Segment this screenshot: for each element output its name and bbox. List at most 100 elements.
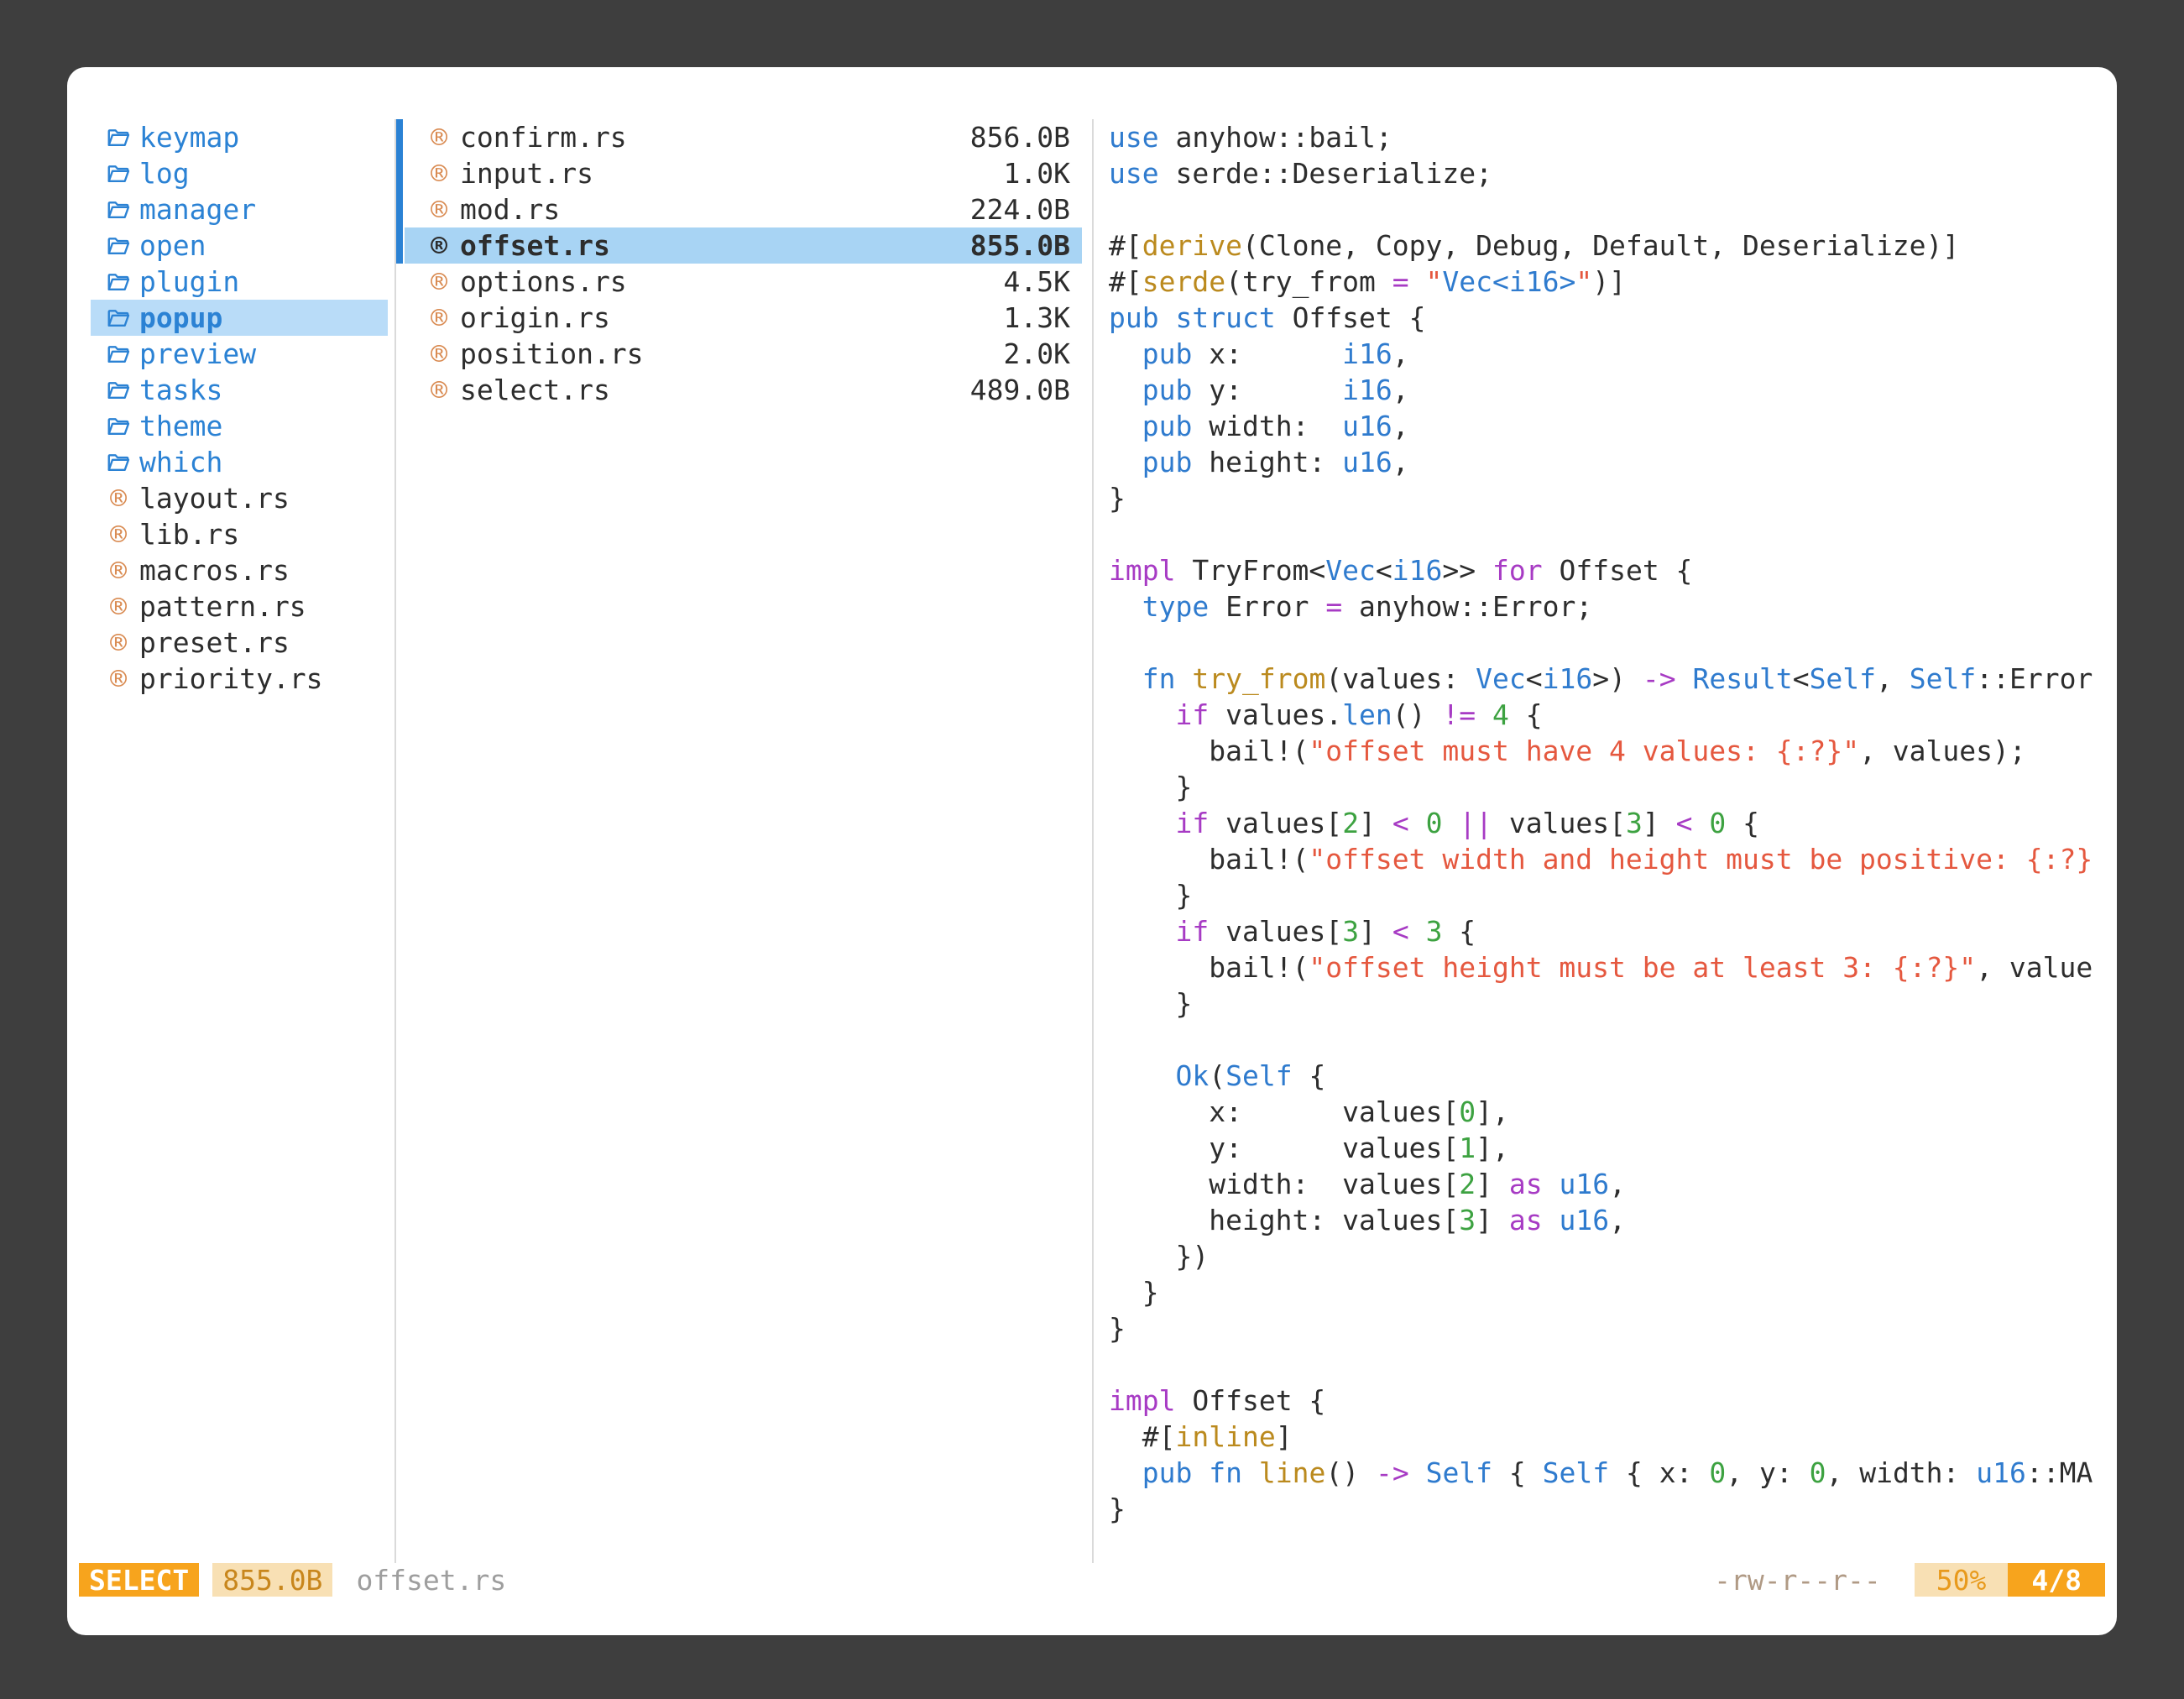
code-line: if values[2] < 0 || values[3] < 0 { — [1109, 805, 2117, 841]
code-line: fn try_from(values: Vec<i16>) -> Result<… — [1109, 661, 2117, 697]
file-row-input.rs[interactable]: ®input.rs1.0K — [405, 155, 1082, 191]
current-pane: ®confirm.rs856.0B®input.rs1.0K®mod.rs224… — [394, 119, 1094, 1563]
cursor-position-badge: 4/8 — [2008, 1563, 2105, 1597]
code-line: }) — [1109, 1238, 2117, 1274]
parent-pane: keymap log manager open plugin popup pre… — [67, 119, 394, 1563]
yazi-file-manager-window: keymap log manager open plugin popup pre… — [67, 67, 2117, 1635]
entry-name: preview — [139, 337, 256, 370]
code-line: pub y: i16, — [1109, 372, 2117, 408]
rust-file-icon: ® — [426, 337, 452, 370]
rust-file-icon: ® — [106, 482, 131, 515]
sidebar-item-popup[interactable]: popup — [91, 300, 388, 336]
code-line: } — [1109, 1310, 2117, 1346]
code-line: if values.len() != 4 { — [1109, 697, 2117, 733]
folder-open-icon — [106, 161, 131, 186]
code-line: bail!("offset height must be at least 3:… — [1109, 949, 2117, 985]
sidebar-item-preview[interactable]: preview — [91, 336, 388, 372]
sidebar-item-theme[interactable]: theme — [91, 408, 388, 444]
file-name: mod.rs — [460, 193, 962, 226]
folder-open-icon — [106, 197, 131, 222]
file-row-mod.rs[interactable]: ®mod.rs224.0B — [405, 191, 1082, 227]
code-line — [1109, 516, 2117, 552]
code-line: pub struct Offset { — [1109, 300, 2117, 336]
file-name: select.rs — [460, 374, 962, 406]
sidebar-item-tasks[interactable]: tasks — [91, 372, 388, 408]
folder-open-icon — [106, 378, 131, 403]
code-preview: use anyhow::bail;use serde::Deserialize;… — [1109, 119, 2117, 1527]
code-line — [1109, 1346, 2117, 1383]
status-bar: SELECT 855.0B offset.rs -rw-r--r-- 50% 4… — [79, 1563, 2105, 1597]
code-line: Ok(Self { — [1109, 1058, 2117, 1094]
sidebar-item-macros.rs[interactable]: ®macros.rs — [91, 552, 388, 588]
rust-file-icon: ® — [106, 662, 131, 695]
sidebar-item-which[interactable]: which — [91, 444, 388, 480]
code-line: } — [1109, 480, 2117, 516]
sidebar-item-plugin[interactable]: plugin — [91, 264, 388, 300]
file-row-origin.rs[interactable]: ®origin.rs1.3K — [405, 300, 1082, 336]
entry-name: log — [139, 157, 190, 190]
code-line: pub width: u16, — [1109, 408, 2117, 444]
folder-open-icon — [106, 125, 131, 150]
file-name: confirm.rs — [460, 121, 962, 154]
code-line: } — [1109, 877, 2117, 913]
entry-name: lib.rs — [139, 518, 239, 551]
file-row-offset.rs[interactable]: ®offset.rs855.0B — [405, 227, 1082, 264]
scroll-percent-badge: 50% — [1915, 1563, 2009, 1597]
code-line: if values[3] < 3 { — [1109, 913, 2117, 949]
file-size: 489.0B — [970, 374, 1070, 406]
code-line: x: values[0], — [1109, 1094, 2117, 1130]
code-line: type Error = anyhow::Error; — [1109, 588, 2117, 625]
entry-name: open — [139, 229, 206, 262]
file-row-position.rs[interactable]: ®position.rs2.0K — [405, 336, 1082, 372]
code-line: use anyhow::bail; — [1109, 119, 2117, 155]
sidebar-item-preset.rs[interactable]: ®preset.rs — [91, 625, 388, 661]
file-row-options.rs[interactable]: ®options.rs4.5K — [405, 264, 1082, 300]
entry-name: priority.rs — [139, 662, 323, 695]
status-left: SELECT 855.0B offset.rs — [79, 1563, 506, 1597]
entry-name: manager — [139, 193, 256, 226]
code-line: pub fn line() -> Self { Self { x: 0, y: … — [1109, 1455, 2117, 1491]
file-row-confirm.rs[interactable]: ®confirm.rs856.0B — [405, 119, 1082, 155]
sidebar-item-priority.rs[interactable]: ®priority.rs — [91, 661, 388, 697]
code-line: use serde::Deserialize; — [1109, 155, 2117, 191]
code-line: } — [1109, 985, 2117, 1022]
file-size: 4.5K — [1004, 265, 1070, 298]
panes-area: keymap log manager open plugin popup pre… — [67, 67, 2117, 1563]
entry-name: which — [139, 446, 222, 478]
entry-name: keymap — [139, 121, 239, 154]
code-line: bail!("offset width and height must be p… — [1109, 841, 2117, 877]
code-line — [1109, 191, 2117, 227]
code-line: #[serde(try_from = "Vec<i16>")] — [1109, 264, 2117, 300]
code-line: bail!("offset must have 4 values: {:?}",… — [1109, 733, 2117, 769]
sidebar-item-open[interactable]: open — [91, 227, 388, 264]
file-name: offset.rs — [460, 229, 962, 262]
file-size: 1.0K — [1004, 157, 1070, 190]
folder-open-icon — [106, 233, 131, 259]
sidebar-item-pattern.rs[interactable]: ®pattern.rs — [91, 588, 388, 625]
code-line: pub height: u16, — [1109, 444, 2117, 480]
folder-open-icon — [106, 269, 131, 295]
rust-file-icon: ® — [426, 157, 452, 190]
entry-name: tasks — [139, 374, 222, 406]
sidebar-item-layout.rs[interactable]: ®layout.rs — [91, 480, 388, 516]
file-row-select.rs[interactable]: ®select.rs489.0B — [405, 372, 1082, 408]
preview-pane: use anyhow::bail;use serde::Deserialize;… — [1094, 119, 2117, 1563]
file-size-badge: 855.0B — [212, 1563, 332, 1597]
rust-file-icon: ® — [426, 229, 452, 262]
sidebar-item-log[interactable]: log — [91, 155, 388, 191]
list-scrollbar[interactable] — [396, 119, 403, 264]
code-line: #[derive(Clone, Copy, Debug, Default, De… — [1109, 227, 2117, 264]
code-line: width: values[2] as u16, — [1109, 1166, 2117, 1202]
rust-file-icon: ® — [426, 265, 452, 298]
folder-open-icon — [106, 306, 131, 331]
code-line: impl TryFrom<Vec<i16>> for Offset { — [1109, 552, 2117, 588]
sidebar-item-keymap[interactable]: keymap — [91, 119, 388, 155]
rust-file-icon: ® — [106, 518, 131, 551]
sidebar-item-manager[interactable]: manager — [91, 191, 388, 227]
code-line: height: values[3] as u16, — [1109, 1202, 2117, 1238]
sidebar-item-lib.rs[interactable]: ®lib.rs — [91, 516, 388, 552]
entry-name: theme — [139, 410, 222, 442]
file-size: 856.0B — [970, 121, 1070, 154]
hovered-filename: offset.rs — [356, 1564, 506, 1597]
entry-name: plugin — [139, 265, 239, 298]
